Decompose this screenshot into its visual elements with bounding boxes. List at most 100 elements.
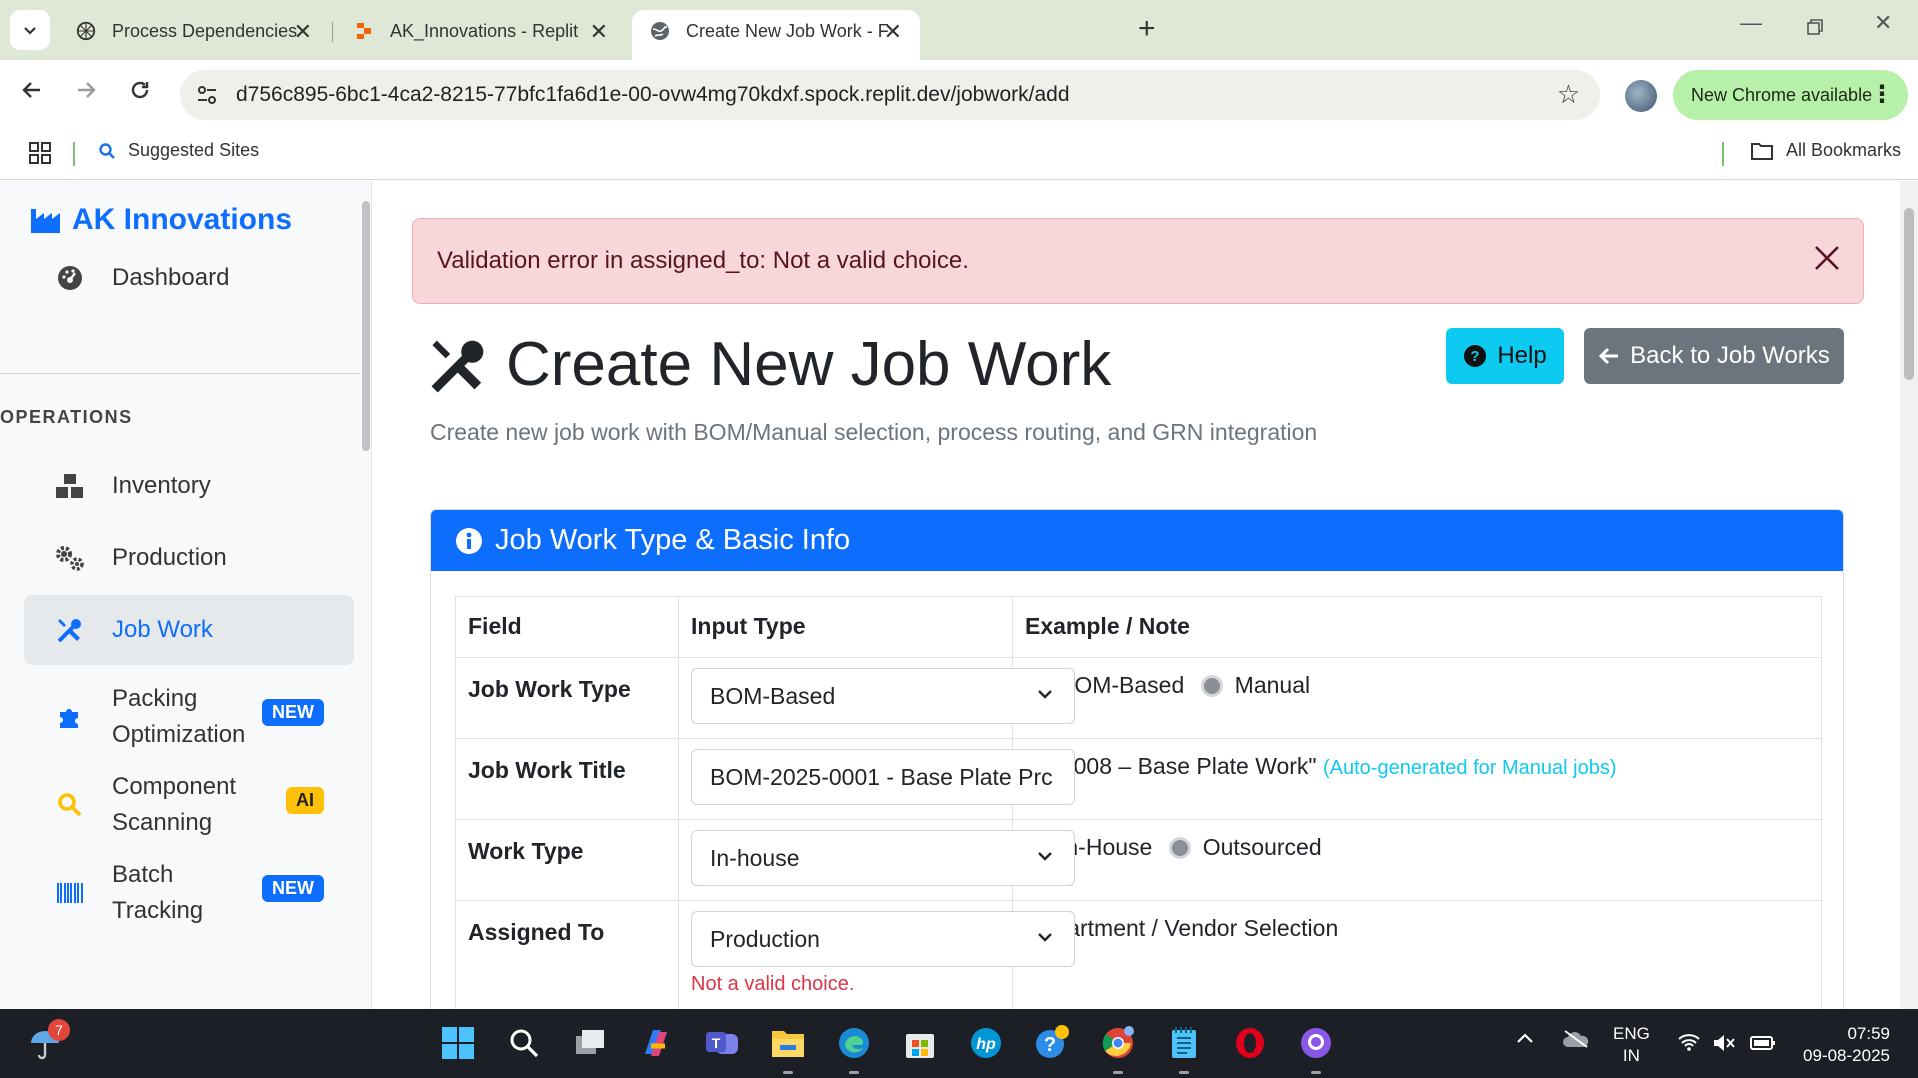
sidebar-item-label: Production — [112, 544, 227, 571]
chrome-icon[interactable] — [1098, 1023, 1138, 1063]
file-explorer-icon[interactable] — [768, 1023, 808, 1063]
sidebar-item-inventory[interactable]: Inventory — [24, 451, 354, 521]
bookmark-star-icon[interactable]: ☆ — [1557, 79, 1580, 110]
brand-logo[interactable]: AK Innovations — [30, 203, 292, 237]
help-app-icon[interactable]: ? — [1032, 1023, 1072, 1063]
edge-icon[interactable] — [834, 1023, 874, 1063]
work-type-select[interactable]: In-house — [691, 830, 1075, 886]
sidebar-item-production[interactable]: Production — [24, 523, 354, 593]
close-tab-icon[interactable]: ✕ — [884, 19, 902, 45]
assigned-to-select[interactable]: Production — [691, 911, 1075, 967]
tab-search-button[interactable] — [10, 10, 50, 50]
wifi-icon[interactable] — [1678, 1033, 1700, 1056]
sidebar-item-packing-optimization[interactable]: Packing Optimization NEW — [24, 677, 354, 757]
back-arrow-icon[interactable] — [20, 78, 44, 109]
job-work-title-input[interactable]: BOM-2025-0001 - Base Plate Prc — [691, 749, 1075, 805]
all-bookmarks-button[interactable]: All Bookmarks — [1750, 140, 1901, 161]
copilot-icon[interactable] — [636, 1023, 676, 1063]
question-circle-icon: ? — [1464, 345, 1487, 367]
folder-icon — [1751, 142, 1773, 160]
bookmark-separator — [73, 142, 75, 166]
sidebar-item-job-work[interactable]: Job Work — [24, 595, 354, 665]
field-label: Job Work Title — [455, 738, 679, 820]
radio-dot — [1168, 836, 1191, 859]
address-bar[interactable]: d756c895-6bc1-4ca2-8215-77bfc1fa6d1e-00-… — [180, 70, 1600, 120]
help-button[interactable]: ? Help — [1446, 328, 1564, 384]
close-icon[interactable] — [1813, 239, 1841, 279]
page-subtitle: Create new job work with BOM/Manual sele… — [430, 419, 1318, 445]
hp-icon[interactable]: hp — [966, 1023, 1006, 1063]
sidebar-item-batch-tracking[interactable]: Batch Tracking NEW — [24, 853, 354, 933]
tab-ak-innovations-replit[interactable]: AK_Innovations - Replit ✕ — [336, 10, 626, 52]
search-icon[interactable] — [504, 1023, 544, 1063]
apps-grid-icon[interactable] — [28, 141, 52, 170]
close-tab-icon[interactable]: ✕ — [294, 19, 312, 45]
forward-arrow-icon[interactable] — [74, 78, 98, 109]
note-cell: "JW-008 – Base Plate Work" (Auto-generat… — [1012, 738, 1822, 820]
sidebar-scrollbar[interactable] — [362, 201, 370, 451]
opera-icon[interactable] — [1230, 1023, 1270, 1063]
reload-icon[interactable] — [128, 78, 152, 109]
system-clock[interactable]: 07:59 09-08-2025 — [1795, 1023, 1890, 1067]
basic-info-table: Field Input Type Example / Note Job Work… — [455, 596, 1822, 1009]
volume-muted-icon[interactable] — [1712, 1033, 1736, 1058]
puzzle-icon — [50, 704, 90, 730]
column-header: Field — [455, 596, 679, 658]
field-label: Assigned To — [455, 900, 679, 1009]
minimize-icon[interactable]: — — [1740, 10, 1762, 36]
new-tab-icon[interactable]: + — [1138, 12, 1156, 46]
bookmark-suggested-sites[interactable]: Suggested Sites — [98, 140, 259, 161]
openai-icon — [74, 19, 98, 43]
running-indicator — [1311, 1071, 1321, 1074]
close-window-icon[interactable]: ✕ — [1874, 10, 1892, 36]
running-indicator — [1113, 1071, 1123, 1074]
teams-icon[interactable]: T — [702, 1023, 742, 1063]
back-to-job-works-button[interactable]: Back to Job Works — [1584, 328, 1844, 384]
label-line: Batch — [112, 861, 174, 888]
sidebar-item-dashboard[interactable]: Dashboard — [24, 243, 354, 313]
radio-manual[interactable]: Manual — [1200, 672, 1310, 699]
job-work-type-select[interactable]: BOM-Based — [691, 668, 1075, 724]
task-view-icon[interactable] — [570, 1023, 610, 1063]
microsoft-store-icon[interactable] — [900, 1023, 940, 1063]
site-settings-icon[interactable] — [194, 82, 220, 108]
label-line: Component — [112, 773, 237, 800]
radio-outsourced[interactable]: Outsourced — [1168, 834, 1322, 861]
table-row: Assigned To Production Not a valid choic… — [455, 900, 1822, 1009]
github-icon[interactable] — [1296, 1023, 1336, 1063]
battery-icon[interactable] — [1750, 1035, 1776, 1056]
column-header: Example / Note — [1012, 596, 1822, 658]
tab-create-new-job-work[interactable]: Create New Job Work - Factory ✕ — [632, 10, 920, 60]
language-indicator[interactable]: ENG IN — [1613, 1023, 1650, 1067]
show-hidden-icons-chevron-icon[interactable] — [1516, 1031, 1534, 1049]
alert-message: Validation error in assigned_to: Not a v… — [437, 247, 969, 274]
close-tab-icon[interactable]: ✕ — [590, 19, 608, 45]
restore-icon[interactable] — [1806, 16, 1824, 42]
search-icon — [99, 142, 115, 159]
sidebar-item-label: Component Scanning — [112, 769, 236, 841]
sidebar-item-component-scanning[interactable]: Component Scanning AI — [24, 765, 354, 845]
help-label: Help — [1497, 342, 1547, 369]
field-label: Work Type — [455, 819, 679, 901]
arrow-left-icon — [1599, 347, 1619, 365]
svg-text:?: ? — [1471, 348, 1480, 365]
page-scrollbar-thumb[interactable] — [1904, 208, 1914, 380]
weather-widget[interactable]: 7 — [28, 1019, 70, 1066]
chevron-down-icon — [1038, 690, 1052, 699]
update-label: New Chrome available — [1691, 84, 1873, 105]
profile-avatar[interactable] — [1625, 80, 1657, 112]
card-header: Job Work Type & Basic Info — [431, 510, 1843, 571]
onedrive-offline-icon[interactable] — [1562, 1029, 1590, 1054]
notepad-icon[interactable] — [1164, 1023, 1204, 1063]
more-menu-icon[interactable]: ⋮ — [1870, 80, 1894, 109]
new-badge: NEW — [262, 875, 324, 902]
label-line: Tracking — [112, 897, 204, 924]
url-text[interactable]: d756c895-6bc1-4ca2-8215-77bfc1fa6d1e-00-… — [236, 83, 1070, 107]
new-chrome-available-button[interactable]: New Chrome available ⋮ — [1673, 70, 1908, 120]
clock-date: 09-08-2025 — [1803, 1046, 1890, 1065]
select-value: In-house — [710, 844, 800, 871]
hint-text: (Auto-generated for Manual jobs) — [1323, 757, 1617, 779]
windows-start-icon[interactable] — [438, 1023, 478, 1063]
clock-time: 07:59 — [1847, 1024, 1890, 1043]
tab-process-dependencies[interactable]: Process Dependencies Overview ✕ — [58, 10, 330, 52]
